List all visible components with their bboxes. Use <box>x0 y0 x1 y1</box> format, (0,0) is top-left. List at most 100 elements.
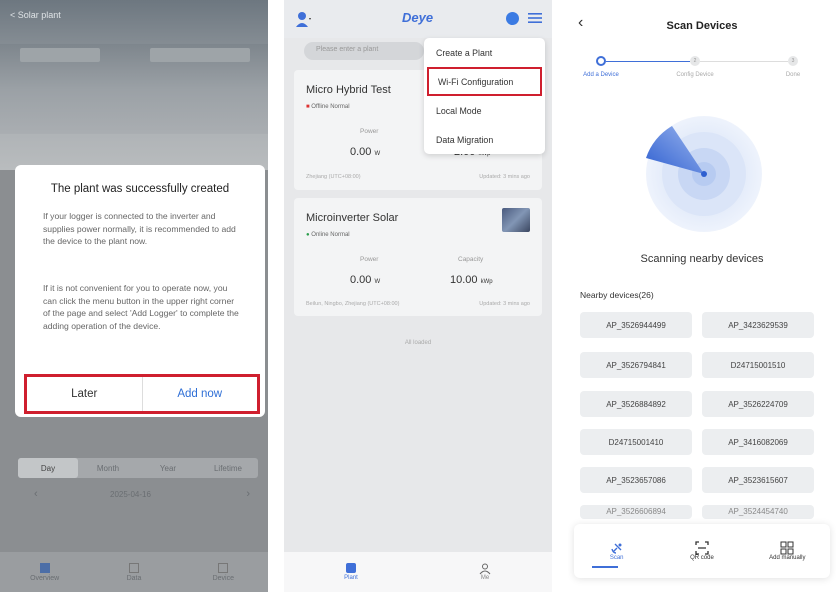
option-label: Scan <box>609 555 624 561</box>
power-value: 0.00 W <box>350 274 381 286</box>
dialog-paragraph-2: If it is not convenient for you to opera… <box>43 283 239 331</box>
menu-data-migration[interactable]: Data Migration <box>424 125 545 154</box>
active-tab-indicator <box>592 566 618 568</box>
nav-label: Me <box>480 575 490 581</box>
plant-name: Microinverter Solar <box>306 212 399 224</box>
plant-thumbnail <box>502 208 530 232</box>
user-avatar-icon[interactable] <box>294 10 312 28</box>
device-chip[interactable]: AP_3416082069 <box>702 429 814 455</box>
step-line <box>606 61 690 62</box>
plant-icon <box>346 563 356 573</box>
device-chip[interactable]: AP_3526794841 <box>580 352 692 378</box>
step-2-dot: 2 <box>690 56 700 66</box>
plant-updated: Updated: 3 mins ago <box>479 174 530 180</box>
device-chip[interactable]: D24715001410 <box>580 429 692 455</box>
power-label: Power <box>360 256 379 263</box>
step-2-label: Config Device <box>676 72 714 78</box>
device-chip[interactable]: AP_3524454740 <box>702 505 814 519</box>
period-tabs: Day Month Year Lifetime <box>18 458 258 478</box>
menu-create-plant[interactable]: Create a Plant <box>424 38 545 67</box>
nearby-devices-heading: Nearby devices(26) <box>580 290 654 300</box>
plant-list-screen: Deye Please enter a plant Micro Hybrid T… <box>284 0 552 592</box>
person-icon <box>479 563 491 575</box>
capacity-label: Capacity <box>458 256 484 263</box>
overview-icon <box>39 562 50 573</box>
add-manually-option[interactable]: Add manually <box>745 524 830 578</box>
power-value: 0.00 W <box>350 146 381 158</box>
bottom-nav: Overview Data Device <box>0 552 268 592</box>
step-1-dot <box>596 56 606 66</box>
add-now-button[interactable]: Add now <box>143 377 258 411</box>
app-header: Deye <box>284 0 552 38</box>
menu-wifi-configuration[interactable]: Wi-Fi Configuration <box>427 67 542 96</box>
status-text: Online Normal <box>311 232 350 238</box>
plant-location: Zhejiang (UTC+08:00) <box>306 174 361 180</box>
back-to-plant[interactable]: < Solar plant <box>10 10 61 20</box>
qr-code-option[interactable]: QR code <box>659 524 744 578</box>
device-chip[interactable]: AP_3526884892 <box>580 391 692 417</box>
nav-device[interactable]: Device <box>179 552 268 592</box>
plant-name: Micro Hybrid Test <box>306 84 391 96</box>
progress-steps: 2 3 Add a Device Config Device Done <box>568 52 836 92</box>
scanning-status: Scanning nearby devices <box>640 253 764 265</box>
dropdown-menu: Create a Plant Wi-Fi Configuration Local… <box>424 38 545 154</box>
grid-icon <box>780 541 794 555</box>
plant-status: ■ Offline Normal <box>306 104 350 110</box>
power-label: Power <box>360 128 379 135</box>
device-chip[interactable]: AP_3523657086 <box>580 467 692 493</box>
capacity-value: 10.00 kWp <box>450 274 493 286</box>
plant-card-2[interactable]: Microinverter Solar ● Online Normal Powe… <box>294 198 542 316</box>
nav-label: Plant <box>344 575 358 581</box>
tab-lifetime[interactable]: Lifetime <box>198 458 258 478</box>
device-chip[interactable]: AP_3526944499 <box>580 312 692 338</box>
menu-icon[interactable] <box>528 12 542 24</box>
nav-plant[interactable]: Plant <box>284 552 418 592</box>
qr-scan-icon <box>695 541 709 555</box>
nav-me[interactable]: Me <box>418 552 552 592</box>
step-1-label: Add a Device <box>583 72 619 78</box>
tab-month[interactable]: Month <box>78 458 138 478</box>
tab-year[interactable]: Year <box>138 458 198 478</box>
roof-shape <box>20 48 100 62</box>
device-chip[interactable]: AP_3523615607 <box>702 467 814 493</box>
plant-location: Beilun, Ningbo, Zhejiang (UTC+08:00) <box>306 301 400 307</box>
satellite-icon <box>610 543 622 554</box>
dialog-title: The plant was successfully created <box>50 183 230 195</box>
radar-scan-icon <box>646 116 762 232</box>
globe-icon[interactable] <box>506 12 519 25</box>
scan-option[interactable]: Scan <box>574 524 659 578</box>
scan-mode-bar: Scan QR code Add manually <box>574 524 830 578</box>
option-label: Add manually <box>769 555 806 561</box>
nav-data[interactable]: Data <box>89 552 178 592</box>
online-badge: ● <box>306 232 310 238</box>
device-icon <box>218 562 229 573</box>
nav-overview[interactable]: Overview <box>0 552 89 592</box>
roof-shape <box>150 48 250 62</box>
step-3-dot: 3 <box>788 56 798 66</box>
device-chip[interactable]: D24715001510 <box>702 352 814 378</box>
page-title: Scan Devices <box>666 20 738 32</box>
plant-search-input[interactable]: Please enter a plant <box>304 42 424 60</box>
nav-label: Overview <box>30 574 60 582</box>
date-selector: ‹ 2025-04-16 › <box>26 488 250 504</box>
bottom-nav: Plant Me <box>284 552 552 592</box>
nav-label: Data <box>126 574 142 582</box>
menu-local-mode[interactable]: Local Mode <box>424 96 545 125</box>
chevron-left-icon[interactable]: ‹ <box>34 488 38 500</box>
option-label: QR code <box>690 555 714 561</box>
step-3-label: Done <box>785 72 801 78</box>
plant-topbar: < Solar plant <box>10 10 258 26</box>
tab-day[interactable]: Day <box>18 458 78 478</box>
step-line <box>700 61 788 62</box>
device-chip[interactable]: AP_3423629539 <box>702 312 814 338</box>
plant-status: ● Online Normal <box>306 232 350 238</box>
later-button[interactable]: Later <box>27 377 143 411</box>
all-loaded-text: All loaded <box>404 340 432 346</box>
device-chip[interactable]: AP_3526606894 <box>580 505 692 519</box>
dialog-buttons: Later Add now <box>24 374 260 414</box>
chevron-right-icon[interactable]: › <box>246 488 250 500</box>
dialog-paragraph-1: If your logger is connected to the inver… <box>43 211 236 246</box>
device-chip[interactable]: AP_3526224709 <box>702 391 814 417</box>
brand-logo: Deye <box>402 10 434 25</box>
date-value: 2025-04-16 <box>110 490 151 499</box>
